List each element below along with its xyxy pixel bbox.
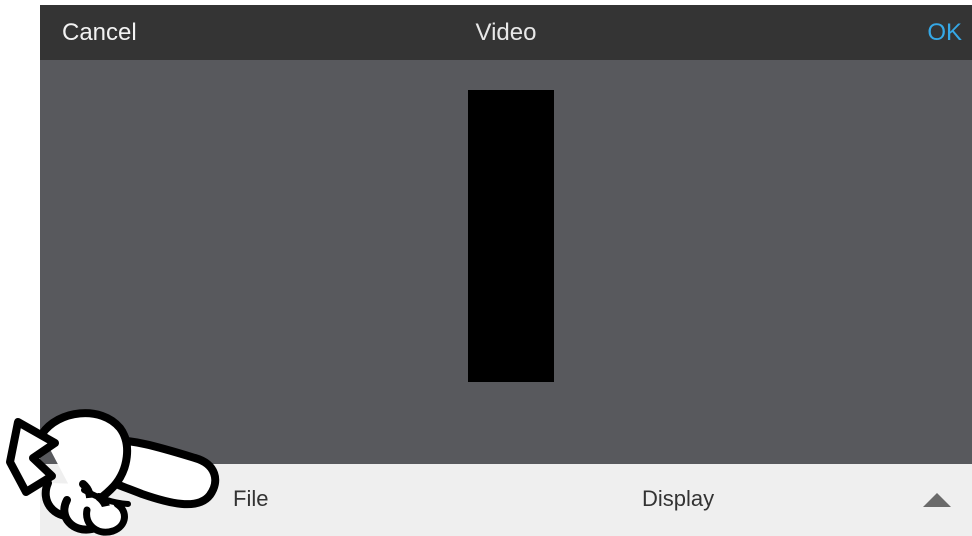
tab-file[interactable]: File	[233, 486, 268, 512]
ok-button[interactable]: OK	[927, 19, 962, 47]
video-settings-screen: Cancel Video OK File Display	[40, 5, 972, 536]
tab-display[interactable]: Display	[642, 486, 714, 512]
bottom-tab-bar: File Display	[40, 464, 972, 536]
triangle-up-icon[interactable]	[921, 488, 953, 512]
page-title: Video	[475, 19, 537, 46]
top-bar: Cancel Video OK	[40, 5, 972, 60]
video-preview	[468, 90, 554, 382]
